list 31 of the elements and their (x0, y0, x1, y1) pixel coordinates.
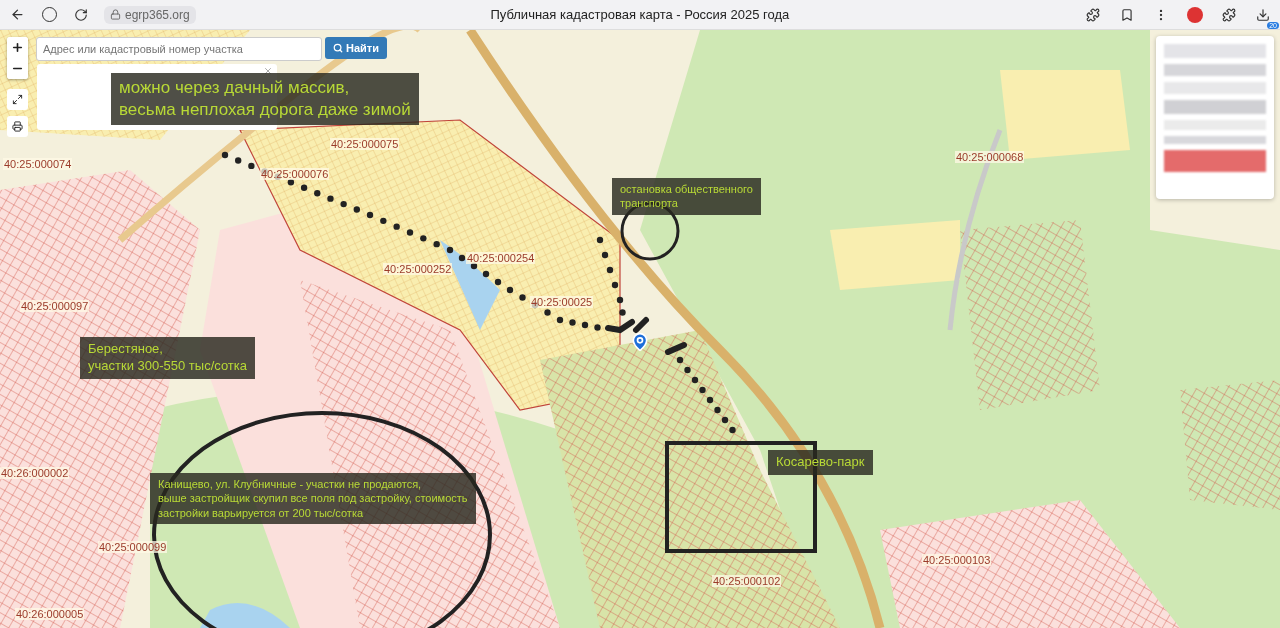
cadastral-number: 40:25:00025 (530, 296, 594, 308)
cadastral-number: 40:25:000099 (98, 541, 168, 553)
cadastral-number: 40:25:000074 (3, 158, 73, 170)
round-logo-icon[interactable] (1186, 5, 1204, 24)
cadastral-number: 40:25:000103 (922, 554, 992, 566)
address-bar[interactable]: egrp365.org (104, 5, 196, 24)
printer-icon (12, 121, 23, 132)
annotation-note: остановка общественного транспорта (612, 178, 761, 215)
cadastral-number: 40:25:000102 (712, 575, 782, 587)
location-pin-icon[interactable] (630, 332, 650, 352)
cadastral-number: 40:26:000002 (0, 467, 70, 479)
expand-icon (12, 94, 23, 105)
annotation-note: можно через дачный массив, весьма неплохая дорога даже зимой (111, 73, 419, 126)
cadastral-number: 40:25:000076 (260, 168, 330, 180)
fullscreen-button[interactable] (7, 89, 28, 110)
cadastral-number: 40:25:000254 (466, 252, 536, 264)
cadastral-number: 40:26:000005 (15, 608, 85, 620)
print-button[interactable] (7, 116, 28, 137)
find-button[interactable]: Найти (325, 37, 387, 59)
cadastral-number: 40:25:000252 (383, 263, 453, 275)
search-field[interactable]: Адрес или кадастровый номер участка (36, 37, 322, 61)
annotation-note: Косарево-парк (768, 450, 873, 475)
page-title: Публичная кадастровая карта - Россия 2025 года (489, 7, 791, 22)
cadastral-number: 40:25:000075 (330, 138, 400, 150)
cadastral-number: 40:25:000068 (955, 151, 1025, 163)
annotation-note: Канищево, ул. Клубничные - участки не продаются, выше застройщик скупил все поля под застройку, стоимость застройки варьируется от 200 тыс/сотка (150, 473, 476, 524)
cadastral-number: 40:25:000097 (20, 300, 90, 312)
search-icon (333, 43, 343, 53)
zoom-in-button[interactable] (7, 37, 28, 58)
annotation-note: Берестяное, участки 300-550 тыс/сотка (80, 337, 255, 379)
plus-icon (11, 41, 24, 54)
